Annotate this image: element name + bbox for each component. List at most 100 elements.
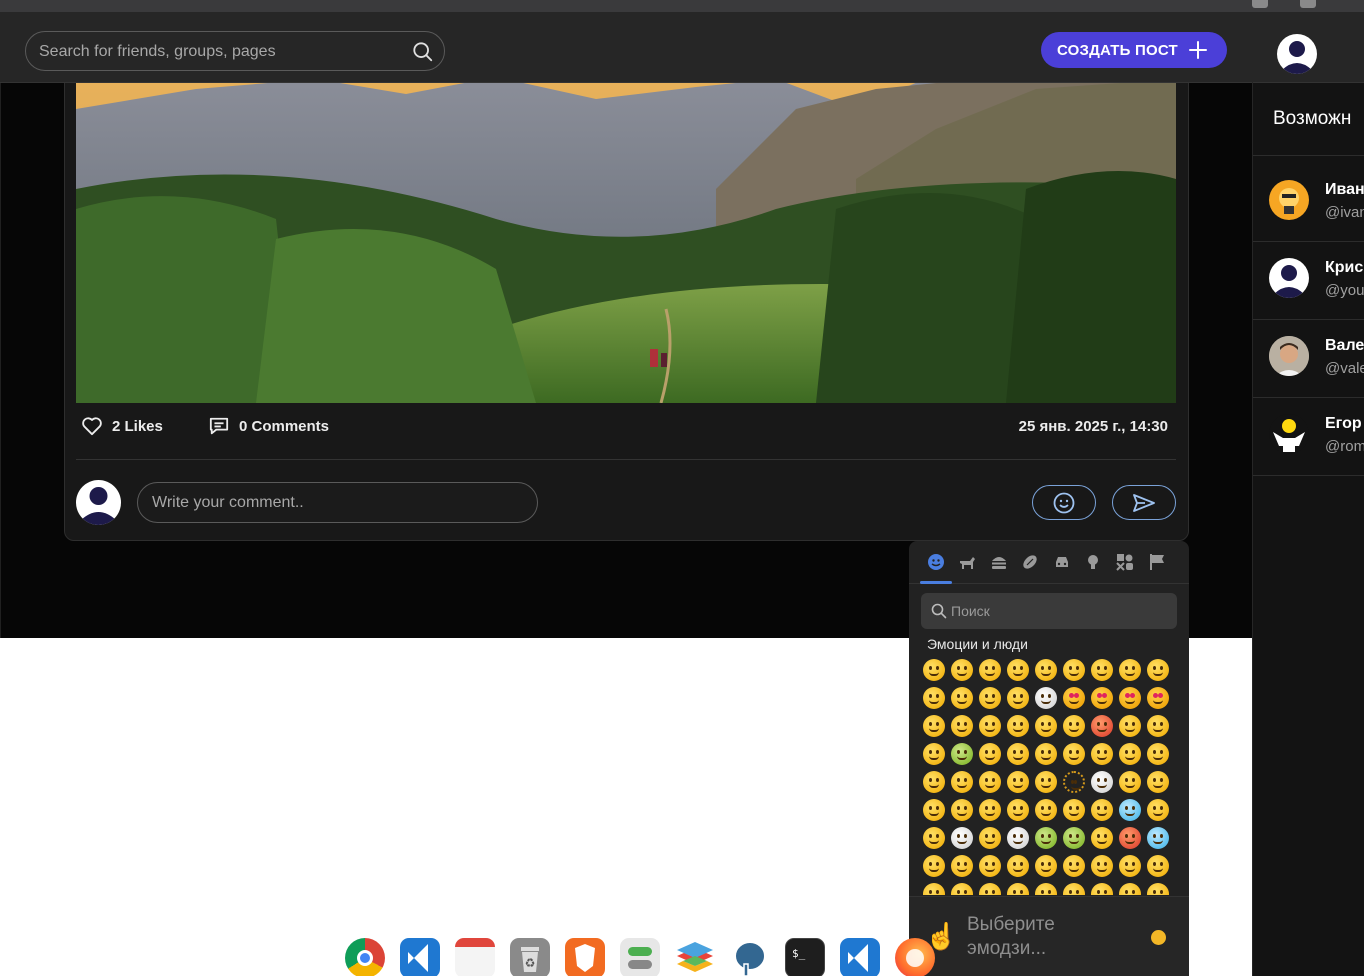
emoji-tile[interactable] — [1035, 771, 1057, 793]
emoji-tile[interactable] — [979, 715, 1001, 737]
postgres-icon[interactable] — [730, 938, 770, 976]
objects-icon[interactable] — [1082, 551, 1104, 573]
emoji-tile[interactable] — [1007, 743, 1029, 765]
emoji-tile[interactable] — [979, 687, 1001, 709]
emoji-tile[interactable] — [951, 687, 973, 709]
layers-app-icon[interactable] — [675, 938, 715, 976]
trash-icon[interactable]: ♻ — [510, 938, 550, 976]
emoji-tile[interactable] — [1035, 659, 1057, 681]
toggle-app-icon[interactable] — [620, 938, 660, 976]
comment-field[interactable] — [137, 482, 538, 523]
send-button[interactable] — [1112, 485, 1176, 520]
emoji-tile[interactable] — [1007, 659, 1029, 681]
emoji-search-input[interactable] — [951, 602, 1161, 620]
emoji-tile[interactable] — [1035, 799, 1057, 821]
emoji-tile[interactable] — [1119, 799, 1141, 821]
emoji-search[interactable] — [921, 593, 1177, 629]
emoji-tile[interactable] — [951, 771, 973, 793]
search-icon[interactable] — [412, 41, 434, 63]
emoji-tile[interactable] — [1035, 855, 1057, 877]
suggestion-item[interactable]: Крис @you — [1253, 241, 1364, 319]
emoji-tile[interactable] — [951, 715, 973, 737]
emoji-tile[interactable] — [1035, 743, 1057, 765]
emoji-tile[interactable] — [1119, 659, 1141, 681]
emoji-tile[interactable] — [979, 743, 1001, 765]
emoji-tile[interactable] — [1119, 743, 1141, 765]
emoji-tile[interactable] — [1035, 715, 1057, 737]
vscode-icon[interactable] — [400, 938, 440, 976]
post-image[interactable] — [76, 69, 1176, 403]
travel-icon[interactable] — [1051, 551, 1073, 573]
animals-icon[interactable] — [956, 551, 978, 573]
emoji-tile[interactable] — [1063, 855, 1085, 877]
emoji-tile[interactable] — [923, 659, 945, 681]
chrome-icon[interactable] — [345, 938, 385, 976]
emoji-tile[interactable] — [951, 827, 973, 849]
search-input[interactable] — [39, 41, 399, 63]
emoji-tile[interactable] — [923, 743, 945, 765]
emoji-tile[interactable] — [951, 659, 973, 681]
avatar[interactable] — [76, 480, 121, 525]
emoji-tile[interactable] — [1119, 883, 1141, 895]
emoji-tile[interactable] — [1063, 799, 1085, 821]
emoji-tile[interactable] — [979, 771, 1001, 793]
user-avatar[interactable] — [1277, 34, 1317, 74]
emoji-tile[interactable] — [923, 799, 945, 821]
terminal-icon[interactable]: $_ — [785, 938, 825, 976]
emoji-tile[interactable] — [1147, 855, 1169, 877]
emoji-tile[interactable] — [1091, 855, 1113, 877]
emoji-tile[interactable] — [979, 659, 1001, 681]
emoji-tile[interactable] — [979, 827, 1001, 849]
emoji-tile[interactable] — [1119, 855, 1141, 877]
emoji-tile[interactable] — [1063, 659, 1085, 681]
emoji-tile[interactable] — [1091, 883, 1113, 895]
suggestion-item[interactable]: Вале @vale — [1253, 319, 1364, 397]
symbols-icon[interactable] — [1114, 551, 1136, 573]
calendar-icon[interactable] — [455, 938, 495, 976]
emoji-tile[interactable] — [1007, 855, 1029, 877]
activity-icon[interactable] — [1019, 551, 1041, 573]
emoji-tile[interactable] — [1119, 715, 1141, 737]
emoji-tile[interactable] — [1147, 799, 1169, 821]
emoji-tile[interactable] — [1063, 715, 1085, 737]
emoji-tile[interactable] — [1007, 771, 1029, 793]
flags-icon[interactable] — [1146, 551, 1168, 573]
emoji-tile[interactable] — [1147, 883, 1169, 895]
emoji-tile[interactable] — [979, 855, 1001, 877]
comment-input[interactable] — [152, 492, 522, 514]
search-box[interactable] — [25, 31, 445, 71]
emoji-tile[interactable] — [1035, 827, 1057, 849]
emoji-tile[interactable] — [951, 799, 973, 821]
suggestion-item[interactable]: Иван @ivan — [1253, 163, 1364, 241]
browser-control-icon[interactable] — [1300, 0, 1316, 8]
emoji-tile[interactable] — [1007, 715, 1029, 737]
emoji-tile[interactable] — [923, 855, 945, 877]
emoji-tile[interactable] — [1147, 715, 1169, 737]
emoji-tile[interactable] — [1063, 771, 1085, 793]
create-post-button[interactable]: СОЗДАТЬ ПОСТ — [1041, 32, 1227, 68]
emoji-tile[interactable] — [1091, 687, 1113, 709]
emoji-tile[interactable] — [1091, 743, 1113, 765]
emoji-tile[interactable] — [951, 743, 973, 765]
comments-button[interactable]: 0 Comments — [208, 416, 329, 436]
emoji-tile[interactable] — [979, 883, 1001, 895]
emoji-tile[interactable] — [923, 883, 945, 895]
emoji-tile[interactable] — [1119, 827, 1141, 849]
emoji-tile[interactable] — [951, 883, 973, 895]
emoji-tile[interactable] — [1063, 883, 1085, 895]
emoji-tile[interactable] — [1091, 715, 1113, 737]
emoji-tile[interactable] — [1007, 827, 1029, 849]
emoji-tile[interactable] — [1147, 827, 1169, 849]
suggestion-item[interactable]: Егор @rom — [1253, 397, 1364, 475]
emoji-tile[interactable] — [1091, 827, 1113, 849]
emoji-tile[interactable] — [1119, 771, 1141, 793]
emoji-tile[interactable] — [923, 827, 945, 849]
emoji-tile[interactable] — [1147, 771, 1169, 793]
smileys-icon[interactable] — [925, 551, 947, 573]
emoji-tile[interactable] — [1091, 659, 1113, 681]
brave-icon[interactable] — [565, 938, 605, 976]
emoji-tile[interactable] — [1063, 743, 1085, 765]
emoji-tile[interactable] — [1147, 687, 1169, 709]
vscode-icon[interactable] — [840, 938, 880, 976]
skin-tone-selector[interactable] — [1151, 930, 1166, 945]
